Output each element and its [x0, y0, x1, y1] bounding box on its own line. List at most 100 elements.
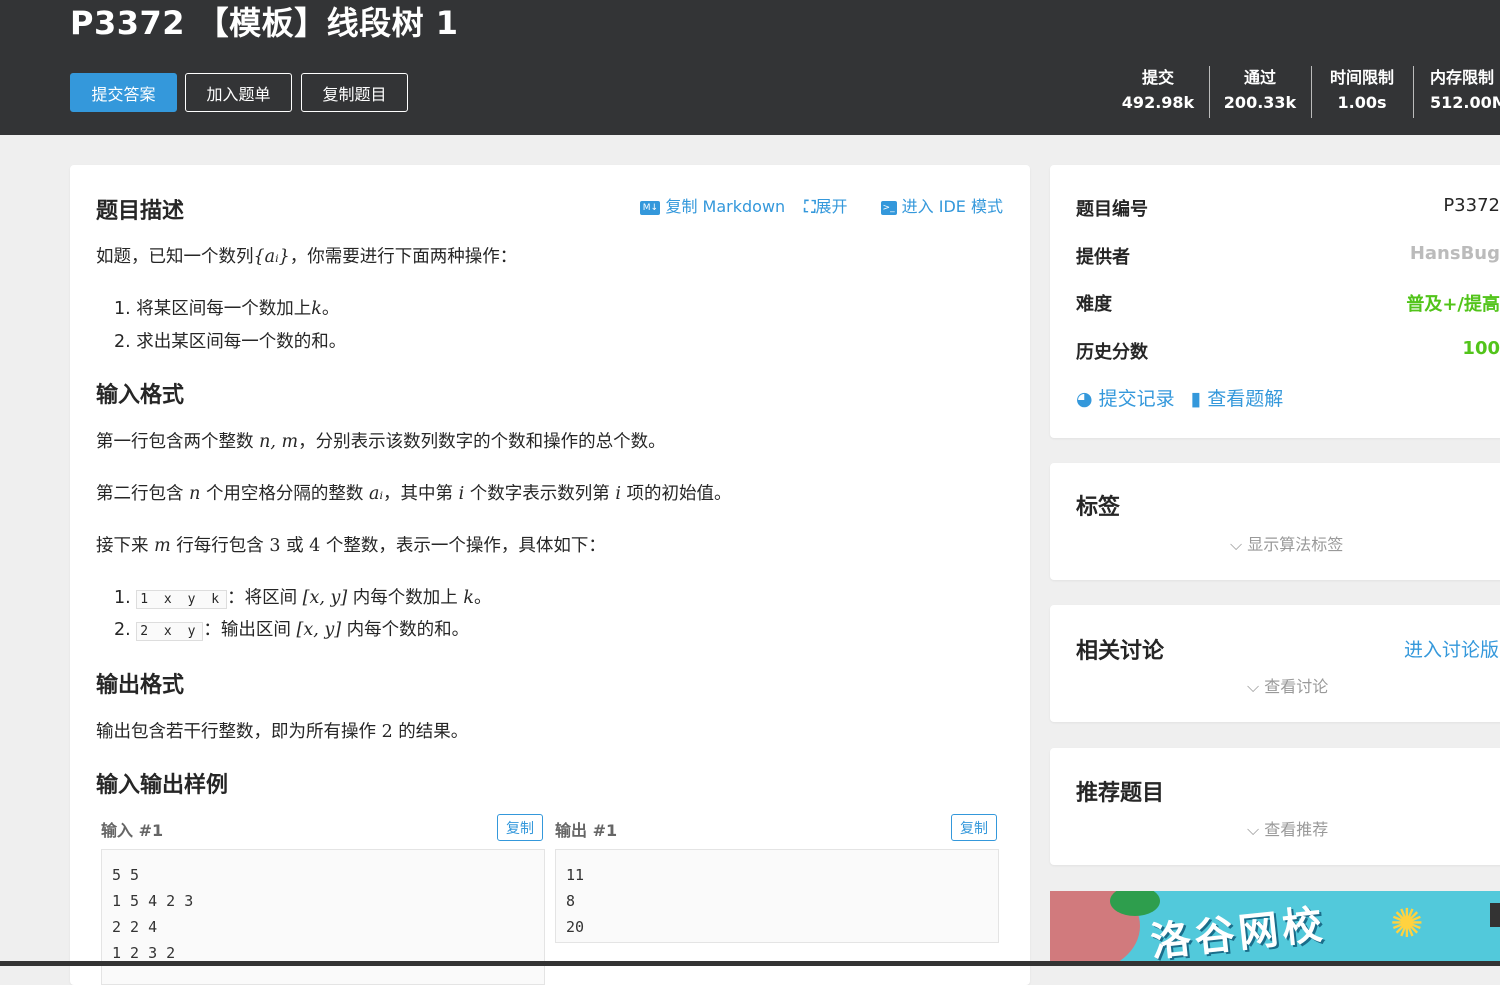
- submit-record-link[interactable]: ◕ 提交记录: [1076, 388, 1175, 410]
- math: {aᵢ}: [253, 247, 290, 267]
- text: 输出包含若干行整数，即为所有操作: [96, 722, 376, 742]
- tags-card: 标签 ⌵ 显示算法标签: [1050, 463, 1500, 580]
- text: 个用空格分隔的整数: [205, 484, 364, 504]
- text: ，你需要进行下面两种操作：: [289, 247, 518, 267]
- submit-answer-button[interactable]: 提交答案: [70, 73, 177, 112]
- problem-statement-card: M↓ 复制 Markdown ⛶展开 >_ 进入 IDE 模式 题目描述 如题，…: [70, 165, 1030, 985]
- math: 4: [309, 536, 321, 556]
- stat-value: 492.98k: [1121, 93, 1195, 112]
- text: 求出某区间每一个数的和。: [136, 332, 347, 352]
- description-intro: 如题，已知一个数列{aᵢ}，你需要进行下面两种操作：: [96, 243, 517, 268]
- toggle-label: 显示算法标签: [1247, 535, 1344, 554]
- view-discussion-toggle[interactable]: ⌵ 查看讨论: [1247, 673, 1328, 697]
- list-item: 2. 2 x y ：输出区间 [x, y] 内每个数的和。: [114, 616, 469, 641]
- view-solution-link[interactable]: ▮ 查看题解: [1191, 388, 1284, 410]
- output-paragraph: 输出包含若干行整数，即为所有操作 2 的结果。: [96, 718, 468, 743]
- copy-markdown-label: 复制 Markdown: [665, 197, 786, 216]
- copy-sample-output-button[interactable]: 复制: [951, 814, 997, 841]
- add-to-list-button[interactable]: 加入题单: [185, 73, 292, 112]
- output-format-heading: 输出格式: [96, 673, 185, 698]
- text: 的结果。: [398, 722, 469, 742]
- list-number: 2.: [114, 620, 131, 640]
- math: m: [154, 536, 171, 556]
- terminal-icon: >_: [880, 200, 897, 215]
- discussion-card: 相关讨论 进入讨论版 ⌵ 查看讨论: [1050, 605, 1500, 722]
- show-tags-toggle[interactable]: ⌵ 显示算法标签: [1230, 531, 1343, 555]
- text: 。: [473, 588, 492, 608]
- stat-value: 200.33k: [1223, 93, 1297, 112]
- provider-value[interactable]: HansBug: [1076, 243, 1500, 264]
- banner-logo-text: 洛谷网校: [1148, 901, 1329, 966]
- close-icon[interactable]: [1490, 903, 1500, 927]
- page-title: P3372 【模板】线段树 1: [70, 4, 459, 42]
- chevron-down-icon: ⌵: [1247, 677, 1260, 696]
- text: 第一行包含两个整数: [96, 432, 254, 452]
- expand-icon: ⛶: [804, 197, 816, 216]
- text: ：将区间: [227, 588, 298, 608]
- math: 3: [269, 536, 281, 556]
- sample-input-label: 输入 #1: [101, 821, 164, 840]
- math: n, m: [259, 432, 299, 452]
- stat-value: 512.00M: [1430, 93, 1500, 112]
- math: [x, y]: [296, 620, 342, 640]
- list-number: 2.: [114, 332, 131, 352]
- math: k: [311, 299, 322, 319]
- text: ：输出区间: [203, 620, 291, 640]
- inline-code: 2 x y: [136, 622, 204, 641]
- text: 如题，已知一个数列: [96, 247, 254, 267]
- list-number: 1.: [114, 299, 131, 319]
- input-paragraph: 第二行包含 n 个用空格分隔的整数 aᵢ，其中第 i 个数字表示数列第 i 项的…: [96, 480, 732, 505]
- stat-time-limit: 时间限制 1.00s: [1312, 66, 1412, 118]
- text: 个数字表示数列第: [469, 484, 610, 504]
- expand-link[interactable]: ⛶展开: [804, 197, 847, 216]
- statement-tools: M↓ 复制 Markdown ⛶展开 >_ 进入 IDE 模式: [612, 193, 1003, 217]
- text: ，分别表示该数列数字的个数和操作的总个数。: [298, 432, 666, 452]
- input-paragraph: 接下来 m 行每行包含 3 或 4 个整数，表示一个操作，具体如下：: [96, 532, 606, 557]
- input-paragraph: 第一行包含两个整数 n, m，分别表示该数列数字的个数和操作的总个数。: [96, 428, 666, 453]
- chevron-down-icon: ⌵: [1247, 820, 1260, 839]
- recommend-heading: 推荐题目: [1076, 781, 1165, 806]
- link-label: 查看题解: [1207, 388, 1284, 410]
- tags-heading: 标签: [1076, 495, 1121, 520]
- view-recommend-toggle[interactable]: ⌵ 查看推荐: [1247, 816, 1328, 840]
- math: n: [189, 484, 201, 504]
- problem-info-card: 题目编号 P3372 提供者 HansBug 难度 普及+/提高 历史分数 10…: [1050, 165, 1500, 438]
- list-item: 2. 求出某区间每一个数的和。: [114, 328, 346, 353]
- text: ，其中第: [382, 484, 453, 504]
- recommend-card: 推荐题目 ⌵ 查看推荐: [1050, 748, 1500, 865]
- math: i: [458, 484, 465, 504]
- math: 2: [381, 722, 393, 742]
- text: 行每行包含: [176, 536, 264, 556]
- difficulty-value: 普及+/提高: [1406, 294, 1500, 315]
- text: 。: [321, 299, 340, 319]
- text: 将某区间每一个数加上: [136, 299, 312, 319]
- stat-memory-limit: 内存限制 512.00M: [1414, 66, 1500, 118]
- text: 内每个数加上: [352, 588, 458, 608]
- enter-discussion-link[interactable]: 进入讨论版: [1404, 635, 1499, 662]
- math: i: [615, 484, 621, 504]
- stat-label: 时间限制: [1329, 68, 1394, 87]
- sample-heading: 输入输出样例: [96, 773, 229, 798]
- ide-mode-link[interactable]: >_ 进入 IDE 模式: [867, 197, 1003, 216]
- text: 第二行包含: [96, 484, 184, 504]
- stat-accepted: 通过 200.33k: [1210, 66, 1310, 118]
- sample-output-box[interactable]: 11 8 20: [555, 849, 999, 943]
- inline-code: 1 x y k: [136, 590, 228, 609]
- bottom-scroll-bar: [0, 961, 1500, 966]
- list-item: 1. 1 x y k ：将区间 [x, y] 内每个数加上 k。: [114, 584, 491, 609]
- expand-label: 展开: [815, 197, 848, 216]
- promo-banner[interactable]: 洛谷网校 ✺: [1050, 891, 1500, 966]
- copy-markdown-link[interactable]: M↓ 复制 Markdown: [626, 197, 785, 216]
- book-icon: ▮: [1190, 388, 1202, 410]
- text: 项的初始值。: [626, 484, 732, 504]
- sun-icon: ✺: [1390, 901, 1424, 947]
- score-value: 100: [1462, 338, 1500, 359]
- copy-problem-button[interactable]: 复制题目: [301, 73, 408, 112]
- sample-output-label: 输出 #1: [555, 821, 618, 840]
- toggle-label: 查看讨论: [1264, 677, 1329, 696]
- description-heading: 题目描述: [96, 199, 185, 224]
- math: aᵢ: [369, 484, 383, 504]
- copy-sample-input-button[interactable]: 复制: [497, 814, 543, 841]
- stat-label: 提交: [1141, 68, 1174, 87]
- info-links: ◕ 提交记录 ▮ 查看题解: [1076, 384, 1283, 411]
